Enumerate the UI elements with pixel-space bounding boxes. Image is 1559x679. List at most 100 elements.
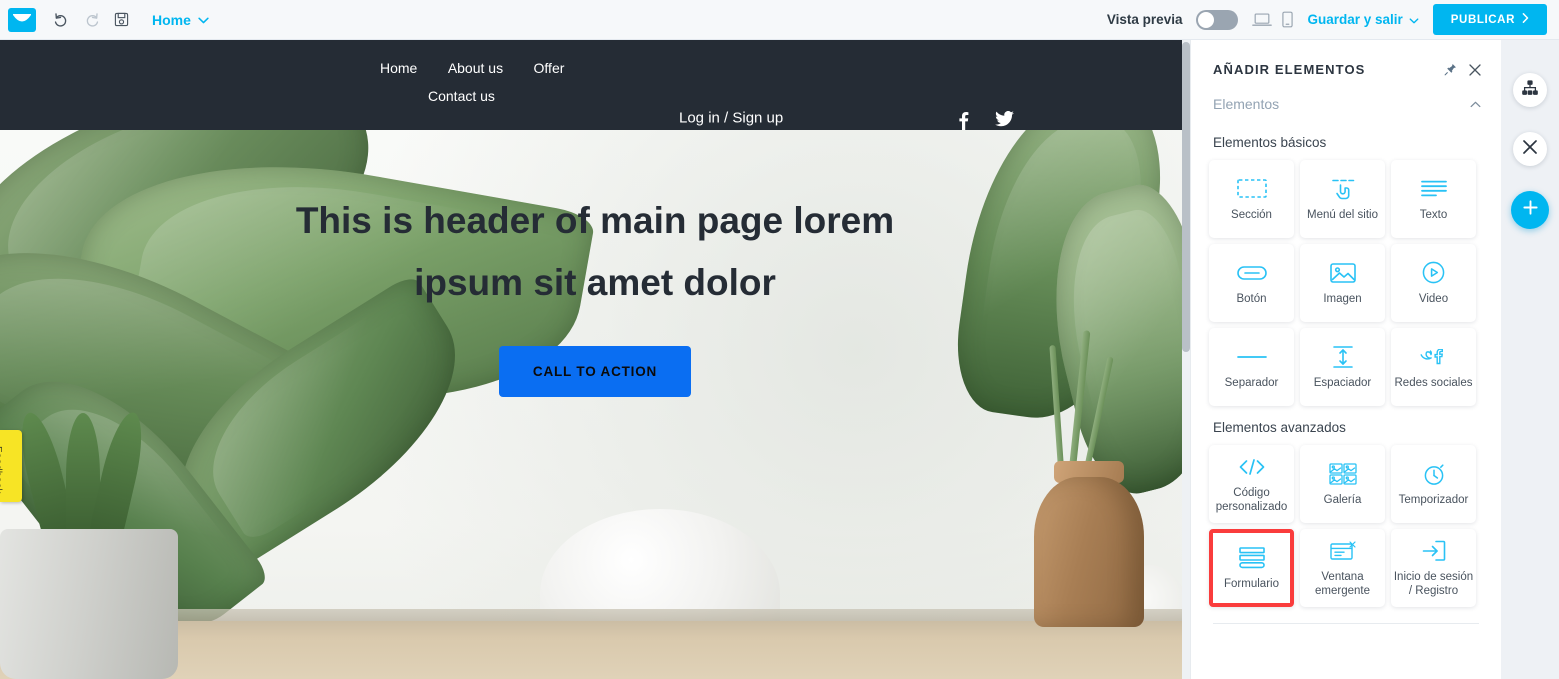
undo-icon[interactable] [46, 5, 76, 35]
save-and-exit-label: Guardar y salir [1307, 12, 1403, 27]
sitemap-button[interactable] [1513, 73, 1547, 107]
divider-line-icon [1236, 344, 1267, 370]
pin-icon[interactable] [1444, 63, 1457, 76]
laptop-icon[interactable] [1252, 12, 1273, 28]
element-tile-label: Video [1418, 292, 1449, 305]
element-tile-inicio-de-sesion-registro[interactable]: Inicio de sesión / Registro [1391, 529, 1476, 607]
save-and-exit-button[interactable]: Guardar y salir [1307, 12, 1419, 27]
add-element-button[interactable] [1511, 191, 1549, 229]
login-arrow-icon [1422, 538, 1446, 564]
preview-label: Vista previa [1106, 12, 1183, 27]
toolbar-right-group: Vista previa Guardar y salir PUBLICAR [1107, 4, 1559, 35]
close-icon[interactable] [1469, 63, 1481, 76]
element-tile-codigo-personalizado[interactable]: Código personalizado [1209, 445, 1294, 523]
page-selector-label: Home [152, 11, 191, 28]
element-tile-boton[interactable]: Botón [1209, 244, 1294, 322]
section-dashed-icon [1236, 176, 1267, 202]
redo-icon[interactable] [76, 5, 106, 35]
sitemap-icon [1522, 79, 1538, 101]
timer-icon [1423, 461, 1445, 487]
mobile-icon[interactable] [1282, 11, 1294, 28]
site-social-links [958, 111, 1014, 130]
add-elements-panel: AÑADIR ELEMENTOS Elementos Elementos bás [1190, 40, 1501, 679]
website-canvas[interactable]: Home About us Offer Contact us Log in / … [0, 40, 1190, 679]
top-toolbar: Home Vista previa Guardar y salir PUBLIC… [0, 0, 1559, 40]
text-lines-icon [1420, 176, 1447, 202]
basic-elements-grid: Sección Menú del sitio Texto Botón Image… [1191, 160, 1501, 406]
envelope-logo-icon[interactable] [8, 7, 36, 32]
element-tile-espaciador[interactable]: Espaciador [1300, 328, 1385, 406]
hero-section[interactable]: This is header of main page lorem ipsum … [0, 130, 1190, 679]
decorative-vase [1034, 477, 1144, 627]
panel-header: AÑADIR ELEMENTOS [1191, 40, 1501, 83]
element-tile-temporizador[interactable]: Temporizador [1391, 445, 1476, 523]
decorative-table-edge [0, 609, 1190, 621]
element-tile-menu-del-sitio[interactable]: Menú del sitio [1300, 160, 1385, 238]
chevron-down-icon [1409, 12, 1419, 27]
decorative-potted-plant [12, 408, 158, 544]
elements-accordion-label: Elementos [1213, 96, 1280, 112]
decorative-table [0, 621, 1190, 679]
element-tile-formulario[interactable]: Formulario [1209, 529, 1294, 607]
element-tile-label: Ventana emergente [1315, 570, 1370, 597]
elements-accordion-header[interactable]: Elementos [1191, 83, 1501, 121]
page-selector[interactable]: Home [152, 11, 209, 29]
site-header[interactable]: Home About us Offer Contact us Log in / … [0, 40, 1190, 130]
image-icon [1329, 260, 1356, 286]
save-disk-icon[interactable] [106, 5, 136, 35]
element-tile-label: Separador [1224, 376, 1279, 389]
decorative-pot [0, 529, 178, 679]
element-tile-imagen[interactable]: Imagen [1300, 244, 1385, 322]
preview-toggle[interactable] [1196, 9, 1239, 30]
element-tile-redes-sociales[interactable]: Redes sociales [1391, 328, 1476, 406]
close-x-icon [1522, 139, 1538, 160]
panel-header-actions [1444, 63, 1481, 76]
feedback-tab-label: Feedback [0, 446, 4, 494]
element-tile-texto[interactable]: Texto [1391, 160, 1476, 238]
nav-item-offer[interactable]: Offer [534, 54, 565, 82]
element-tile-separador[interactable]: Separador [1209, 328, 1294, 406]
element-tile-galeria[interactable]: Galería [1300, 445, 1385, 523]
chevron-up-icon [1470, 95, 1481, 113]
hero-title[interactable]: This is header of main page lorem ipsum … [245, 190, 945, 314]
twitter-icon[interactable] [995, 111, 1014, 130]
element-tile-ventana-emergente[interactable]: Ventana emergente [1300, 529, 1385, 607]
feedback-tab[interactable]: Feedback [0, 430, 22, 502]
code-brackets-icon [1238, 454, 1266, 480]
hero-title-line-2: ipsum sit amet dolor [414, 262, 776, 304]
site-nav: Home About us Offer Contact us [380, 54, 620, 110]
element-tile-label: Botón [1236, 292, 1267, 305]
video-play-icon [1422, 260, 1445, 286]
element-tile-label: Imagen [1323, 292, 1362, 305]
chevron-right-icon [1522, 13, 1529, 26]
group-title-advanced: Elementos avanzados [1213, 420, 1346, 435]
element-tile-video[interactable]: Video [1391, 244, 1476, 322]
element-tile-label: Sección [1231, 208, 1272, 221]
nav-item-contact-us[interactable]: Contact us [428, 82, 495, 110]
nav-item-home[interactable]: Home [380, 54, 417, 82]
advanced-elements-grid: Código personalizado Galería Temporizado… [1191, 445, 1501, 607]
nav-item-about-us[interactable]: About us [448, 54, 503, 82]
device-switcher [1252, 11, 1294, 28]
publish-button-label: PUBLICAR [1450, 13, 1515, 26]
group-title-basic: Elementos básicos [1213, 135, 1327, 150]
element-tile-label: Temporizador [1398, 493, 1469, 506]
facebook-icon[interactable] [958, 111, 969, 130]
plus-icon [1522, 199, 1539, 221]
toolbar-left-group: Home [0, 5, 209, 35]
hero-title-line-1: This is header of main page lorem [295, 200, 895, 241]
canvas-scrollbar-thumb[interactable] [1182, 42, 1190, 352]
call-to-action-button[interactable]: CALL TO ACTION [498, 346, 692, 398]
form-icon [1238, 545, 1265, 571]
canvas-scrollbar[interactable] [1182, 40, 1190, 679]
social-media-icon [1419, 344, 1449, 370]
close-panel-button[interactable] [1513, 132, 1547, 166]
button-pill-icon [1236, 260, 1267, 286]
nav-login-signup[interactable]: Log in / Sign up [679, 110, 783, 127]
element-tile-label: Redes sociales [1394, 376, 1473, 389]
element-tile-label: Inicio de sesión / Registro [1393, 570, 1474, 597]
spacer-arrows-icon [1332, 344, 1354, 370]
element-tile-label: Código personalizado [1215, 486, 1288, 513]
publish-button[interactable]: PUBLICAR [1432, 4, 1547, 35]
element-tile-seccion[interactable]: Sección [1209, 160, 1294, 238]
